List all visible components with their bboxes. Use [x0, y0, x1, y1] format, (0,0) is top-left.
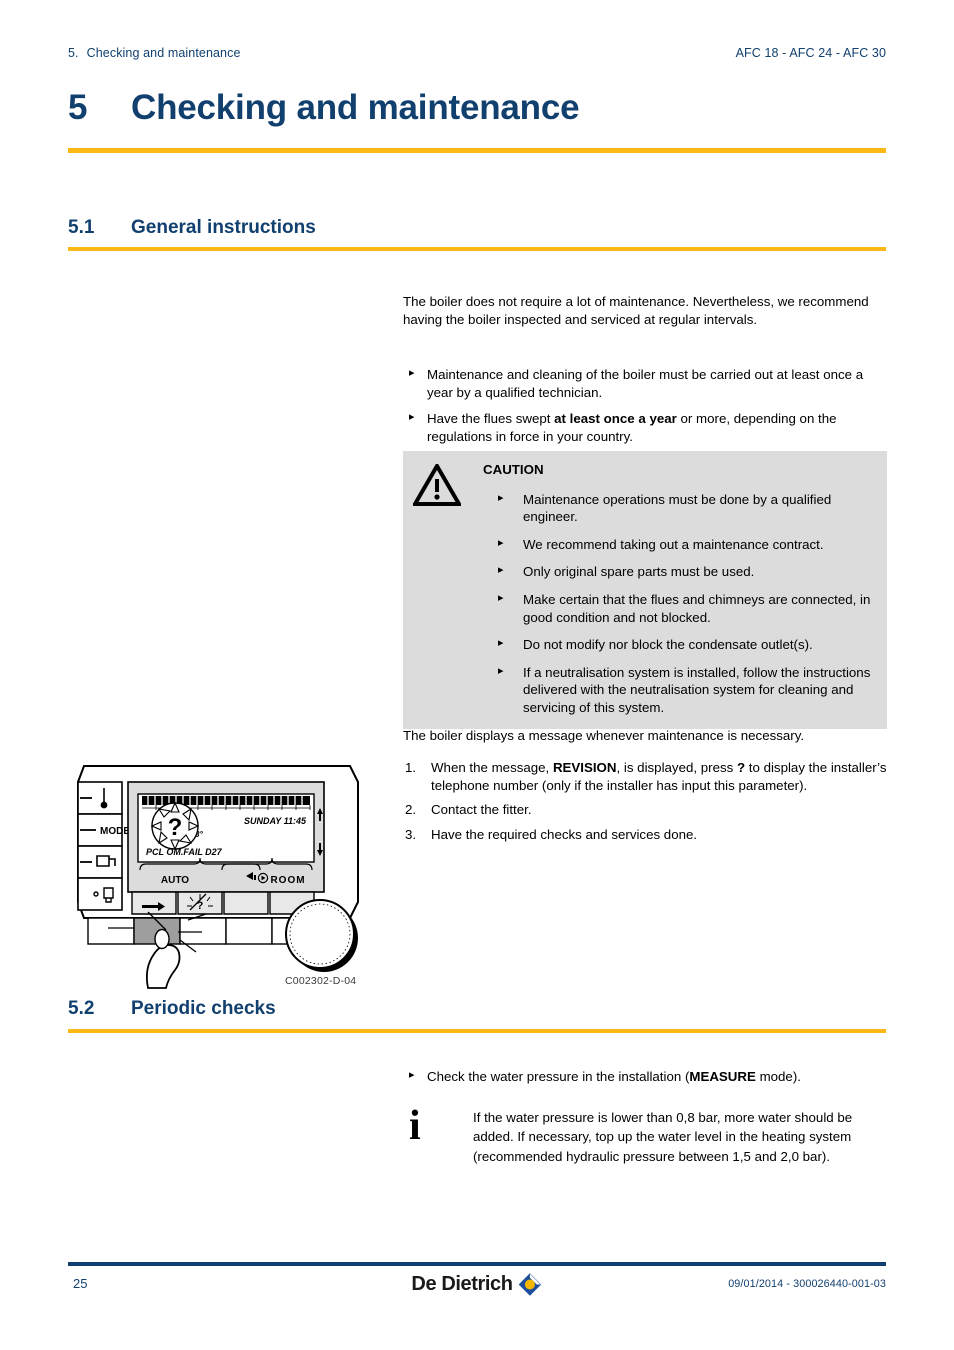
list-item: Maintenance and cleaning of the boiler m…	[403, 365, 887, 401]
section-heading-general: 5.1 General instructions	[68, 217, 886, 239]
mode-button-label: MODE	[100, 826, 130, 837]
list-item: Maintenance operations must be done by a…	[483, 490, 877, 526]
list-item: When the message, REVISION, is displayed…	[403, 759, 887, 794]
control-panel-figure: MODE SUNDAY 11:45 PCL OM.FAIL D27 ? AUTO…	[70, 742, 370, 992]
footer-rule	[68, 1262, 886, 1266]
step-text-3: Have the required checks and services do…	[431, 826, 698, 842]
page-number: 25	[73, 1276, 88, 1291]
periodic-bullet-list: Check the water pressure in the installa…	[403, 1067, 887, 1086]
revision-steps-list: When the message, REVISION, is displayed…	[403, 752, 887, 843]
chapter-number: 5	[68, 88, 88, 127]
caution-item-5: Do not modify nor block the condensate o…	[523, 637, 813, 653]
figure-caption: C002302-D-04	[285, 975, 357, 987]
info-icon-wrap: i	[403, 1103, 473, 1166]
step-text-2: Contact the fitter.	[431, 802, 532, 818]
brand-name: De Dietrich	[411, 1273, 513, 1295]
section-number-periodic: 5.2	[68, 998, 95, 1019]
list-item: Have the required checks and services do…	[403, 826, 887, 844]
general-bullet-list: Maintenance and cleaning of the boiler m…	[403, 357, 887, 445]
caution-body: CAUTION Maintenance operations must be d…	[483, 461, 877, 717]
document-page: 5. Checking and maintenance AFC 18 - AFC …	[0, 0, 954, 1350]
header-product-line: AFC 18 - AFC 24 - AFC 30	[735, 46, 886, 60]
page-header: 5. Checking and maintenance AFC 18 - AFC …	[68, 46, 886, 60]
maintenance-message-paragraph: The boiler displays a message whenever m…	[403, 727, 887, 745]
caution-title: CAUTION	[483, 462, 544, 477]
section-number-general: 5.1	[68, 217, 95, 238]
intro-text: The boiler does not require a lot of mai…	[403, 294, 869, 327]
list-item: Make certain that the flues and chimneys…	[483, 590, 877, 626]
caution-item-3: Only original spare parts must be used.	[523, 564, 755, 580]
lcd-question-burst: ?	[150, 801, 200, 851]
page-footer: 25 De Dietrich 09/01/2014 - 300026440-00…	[68, 1272, 886, 1302]
chapter-title-text: Checking and maintenance	[131, 88, 580, 127]
caution-box: CAUTION Maintenance operations must be d…	[403, 451, 887, 729]
list-item: Contact the fitter.	[403, 801, 887, 819]
lcd-day-time: SUNDAY 11:45	[244, 816, 307, 826]
panel-keys-bottom	[87, 917, 319, 945]
control-panel-illustration: MODE SUNDAY 11:45 PCL OM.FAIL D27 ? AUTO…	[77, 765, 359, 989]
section-heading-periodic: 5.2 Periodic checks	[68, 998, 886, 1020]
document-reference: 09/01/2014 - 300026440-001-03	[728, 1278, 886, 1290]
list-item: Check the water pressure in the installa…	[403, 1067, 887, 1086]
section-title-periodic: Periodic checks	[131, 998, 276, 1019]
diamond-logo-icon	[518, 1273, 542, 1296]
caution-item-2: We recommend taking out a maintenance co…	[523, 536, 824, 552]
list-item: Do not modify nor block the condensate o…	[483, 635, 877, 654]
header-section-label: 5. Checking and maintenance	[68, 46, 241, 60]
section-rule-periodic	[68, 1029, 886, 1033]
caution-item-4: Make certain that the flues and chimneys…	[523, 591, 871, 625]
caution-item-6: If a neutralisation system is installed,…	[523, 664, 871, 715]
bullet-text-2: Have the flues swept at least once a yea…	[427, 411, 837, 444]
section-rule-general	[68, 247, 886, 251]
info-note-body: If the water pressure is lower than 0,8 …	[473, 1110, 853, 1164]
general-intro-paragraph: The boiler does not require a lot of mai…	[403, 293, 887, 328]
lcd-question-mark: ?	[168, 814, 183, 841]
chapter-rule	[68, 148, 886, 153]
step-text-1: When the message, REVISION, is displayed…	[431, 760, 887, 793]
header-section-title: Checking and maintenance	[86, 46, 241, 60]
list-item: We recommend taking out a maintenance co…	[483, 535, 877, 554]
periodic-bullet-text: Check the water pressure in the installa…	[427, 1069, 801, 1084]
panel-side-buttons	[77, 781, 123, 911]
list-item: If a neutralisation system is installed,…	[483, 663, 877, 717]
section-title-general: General instructions	[131, 217, 316, 238]
lcd-message: PCL OM.FAIL D27	[146, 847, 223, 857]
caution-icon-wrap	[411, 461, 483, 717]
list-item: Only original spare parts must be used.	[483, 562, 877, 581]
info-note: i If the water pressure is lower than 0,…	[403, 1103, 887, 1166]
chapter-title: 5 Checking and maintenance	[68, 88, 886, 128]
lcd-mode-label: AUTO	[161, 875, 189, 886]
caution-list: Maintenance operations must be done by a…	[483, 490, 877, 717]
header-section-number: 5.	[68, 46, 79, 60]
warning-triangle-icon	[411, 462, 463, 506]
caution-item-1: Maintenance operations must be done by a…	[523, 491, 832, 525]
list-item: Have the flues swept at least once a yea…	[403, 409, 887, 445]
information-icon: i	[409, 1103, 421, 1149]
after-caution-text: The boiler displays a message whenever m…	[403, 728, 805, 743]
bullet-text-1: Maintenance and cleaning of the boiler m…	[427, 367, 864, 400]
brand-logo: De Dietrich	[411, 1272, 542, 1297]
lcd-room-label: ROOM	[270, 875, 305, 886]
